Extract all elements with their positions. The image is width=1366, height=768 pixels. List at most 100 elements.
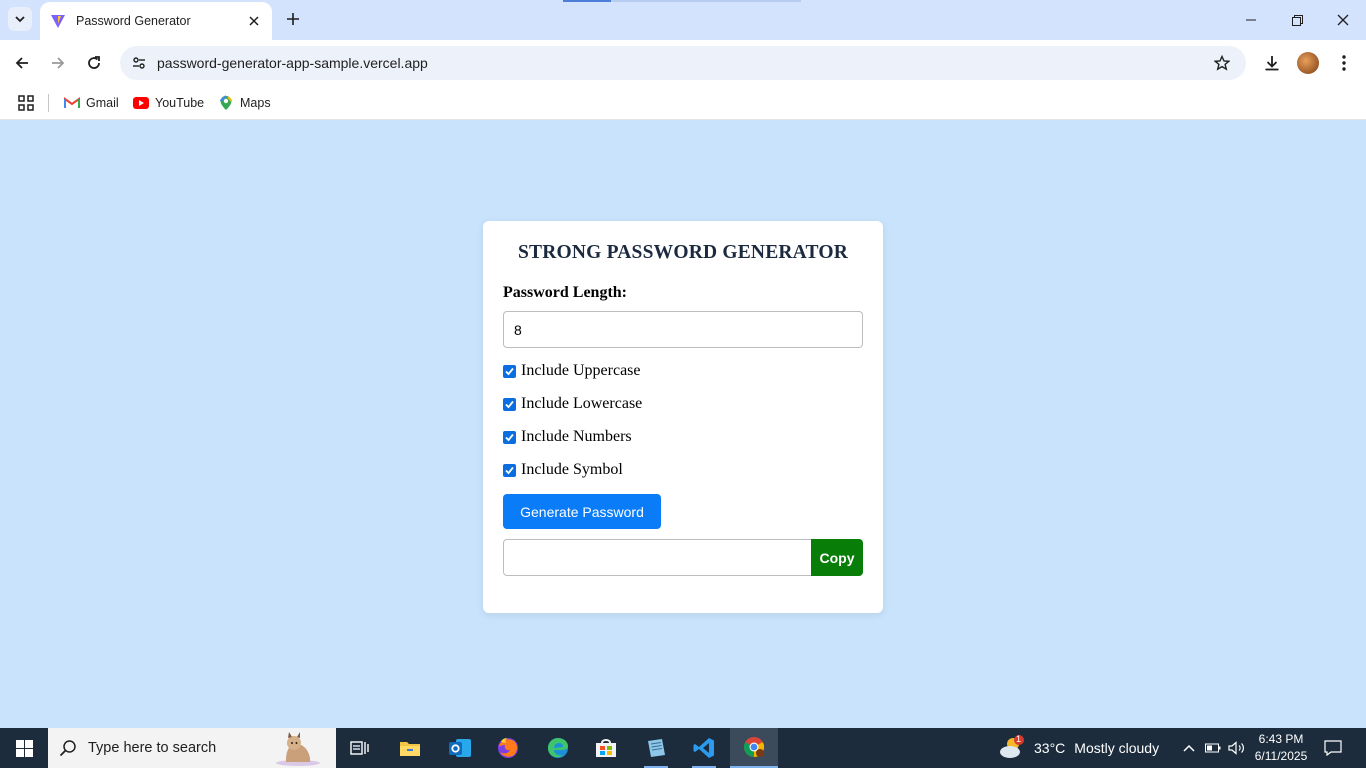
notification-icon [1324,740,1342,756]
firefox-icon [498,738,518,758]
show-hidden-icons-button[interactable] [1178,728,1200,768]
edge-icon [548,738,568,758]
new-tab-button[interactable] [282,8,304,30]
length-input[interactable]: 8 [503,311,863,348]
check-icon [505,400,514,408]
download-icon [1265,56,1279,71]
profile-button[interactable] [1294,49,1322,77]
option-lowercase[interactable]: Include Lowercase [503,394,863,414]
battery-button[interactable] [1202,728,1224,768]
tab-close-icon[interactable] [246,13,262,29]
clock-time: 6:43 PM [1258,732,1304,746]
lowercase-checkbox[interactable] [503,397,516,411]
option-label: Include Uppercase [521,362,641,379]
notepad-icon [648,739,665,757]
url-text[interactable]: password-generator-app-sample.vercel.app [157,55,428,71]
speaker-icon [1228,741,1244,755]
tab-search-button[interactable] [8,7,32,31]
task-view-button[interactable] [336,728,384,768]
bookmark-label: YouTube [155,96,205,110]
back-arrow-icon [15,57,28,69]
window-controls [1228,0,1366,40]
system-clock[interactable]: 6:43 PM 6/11/2025 [1246,731,1316,765]
weather-temp: 33°C [1034,740,1066,756]
minimize-button[interactable] [1228,0,1274,40]
battery-icon [1205,743,1221,753]
avatar [1297,52,1319,74]
uppercase-checkbox[interactable] [503,364,516,378]
cloudy-weather-icon: 1 [998,734,1026,762]
notepad-button[interactable] [632,728,680,768]
outlook-icon [449,739,471,757]
youtube-icon [133,95,149,111]
tab-title: Password Generator [76,14,191,28]
chrome-icon [743,737,765,758]
tab-strip: Password Generator [0,0,1366,40]
volume-button[interactable] [1226,728,1248,768]
minimize-icon [1246,19,1256,21]
option-label: Include Symbol [521,461,623,478]
apps-button[interactable] [18,93,34,113]
file-explorer-button[interactable] [386,728,434,768]
edge-button[interactable] [534,728,582,768]
tab-indicator-secondary [611,0,801,2]
chevron-down-icon [15,16,25,23]
bookmark-star-icon[interactable] [1212,53,1232,73]
output-row: Copy [503,539,863,576]
length-label: Password Length: [503,284,628,301]
site-info-icon[interactable] [128,52,150,74]
bookmark-maps[interactable]: Maps [218,93,271,113]
vscode-button[interactable] [680,728,728,768]
more-vert-icon [1342,55,1346,71]
folder-icon [400,742,420,756]
option-label: Include Numbers [521,428,632,445]
bookmark-youtube[interactable]: YouTube [133,93,204,113]
page-title: STRONG PASSWORD GENERATOR [517,242,849,263]
browser-toolbar: password-generator-app-sample.vercel.app [0,40,1366,86]
generate-password-button[interactable]: Generate Password [503,494,661,529]
symbol-checkbox[interactable] [503,463,516,477]
check-icon [505,466,514,474]
restore-icon [1291,14,1303,26]
bookmark-label: Gmail [86,96,119,110]
tab-indicator [563,0,611,2]
restore-button[interactable] [1274,0,1320,40]
apps-grid-icon [18,95,34,111]
vscode-icon [693,738,714,758]
downloads-button[interactable] [1258,49,1286,77]
start-button[interactable] [0,728,48,768]
option-symbol[interactable]: Include Symbol [503,460,863,480]
search-icon [58,738,78,758]
menu-button[interactable] [1330,49,1358,77]
address-bar[interactable]: password-generator-app-sample.vercel.app [120,46,1246,80]
maps-icon [218,95,234,111]
microsoft-store-button[interactable] [582,728,630,768]
reload-button[interactable] [80,49,108,77]
taskbar-search[interactable]: Type here to search [48,728,336,768]
notifications-button[interactable] [1320,728,1346,768]
forward-arrow-icon [52,57,65,69]
option-numbers[interactable]: Include Numbers [503,427,863,447]
copy-button[interactable]: Copy [811,539,863,576]
firefox-button[interactable] [484,728,532,768]
close-window-button[interactable] [1320,0,1366,40]
check-icon [505,433,514,441]
bookmarks-divider [48,94,49,112]
chrome-button[interactable] [730,728,778,768]
weather-alert-badge: 1 [1016,734,1022,744]
outlook-button[interactable] [436,728,484,768]
back-button[interactable] [8,49,36,77]
plus-icon [287,13,299,25]
bookmark-gmail[interactable]: Gmail [64,93,119,113]
store-icon [596,739,616,757]
forward-button[interactable] [44,49,72,77]
password-output-field[interactable] [503,539,811,576]
close-icon [1337,14,1349,26]
option-uppercase[interactable]: Include Uppercase [503,361,863,381]
chevron-up-icon [1183,744,1195,752]
weather-widget[interactable]: 1 33°C Mostly cloudy [998,728,1159,768]
reload-icon [88,56,100,69]
browser-tab[interactable]: Password Generator [40,2,272,40]
numbers-checkbox[interactable] [503,430,516,444]
bookmarks-bar: Gmail YouTube Maps [0,86,1366,120]
